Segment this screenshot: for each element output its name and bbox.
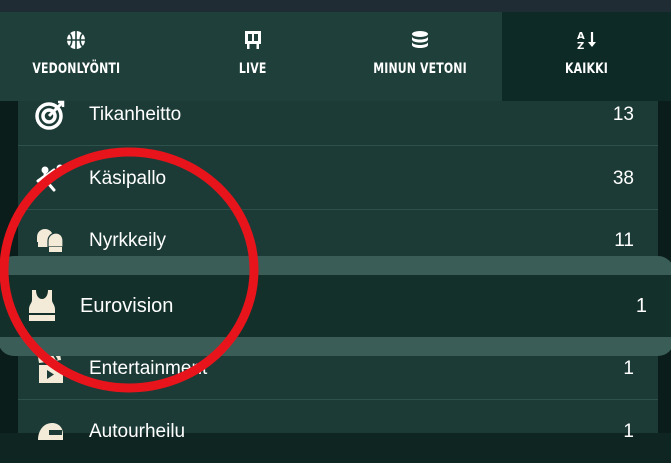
racing-helmet-icon [34, 416, 66, 448]
tab-label: KAIKKI [565, 61, 608, 77]
svg-text:Z: Z [577, 41, 584, 51]
list-item-autourheilu[interactable]: Autourheilu 1 [18, 401, 658, 463]
divider [18, 145, 658, 146]
singlet-icon [24, 287, 60, 323]
list-item-eurovision[interactable]: Eurovision 1 [0, 275, 671, 337]
event-count: 1 [623, 421, 634, 442]
boxing-gloves-icon [34, 225, 66, 257]
event-count: 1 [635, 295, 647, 317]
sport-name: Eurovision [80, 295, 174, 317]
scoreboard-icon [242, 29, 264, 51]
handball-icon [34, 163, 66, 195]
tab-label: VEDONLYÖNTI [32, 61, 120, 77]
coin-stack-icon [409, 29, 431, 51]
status-strip [0, 0, 671, 12]
list-item-kasipallo[interactable]: Käsipallo 38 [18, 148, 658, 210]
clapperboard-icon [34, 353, 66, 385]
basketball-icon [65, 29, 87, 51]
darts-target-icon [34, 99, 66, 131]
sport-name: Autourheilu [89, 421, 186, 442]
divider [18, 399, 658, 400]
list-item-tikanheitto[interactable]: Tikanheitto 13 [18, 84, 658, 146]
sort-az-icon: AZ [576, 29, 598, 51]
event-count: 13 [612, 104, 634, 125]
sport-name: Tikanheitto [89, 104, 182, 125]
tab-label: LIVE [239, 61, 267, 77]
tab-label: MINUN VETONI [373, 61, 467, 77]
event-count: 38 [612, 168, 634, 189]
sport-name: Käsipallo [89, 168, 167, 189]
